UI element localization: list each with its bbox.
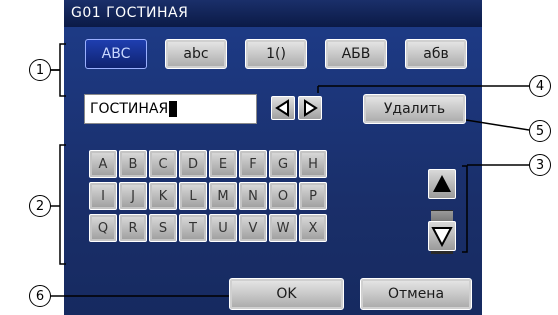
callout-lines (50, 43, 530, 297)
callout-3: 3 (529, 154, 551, 176)
callout-6: 6 (29, 285, 51, 307)
callout-5: 5 (529, 120, 551, 142)
callout-2: 2 (29, 195, 51, 217)
callout-1: 1 (29, 59, 51, 81)
callout-4: 4 (529, 75, 551, 97)
